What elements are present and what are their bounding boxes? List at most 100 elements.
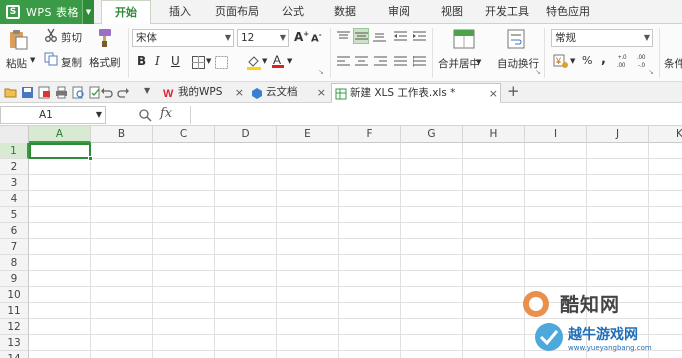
- wrap-text-icon[interactable]: [505, 28, 527, 50]
- close-icon[interactable]: ×: [317, 83, 326, 102]
- tab-page-layout[interactable]: 页面布局: [215, 0, 259, 24]
- font-color-dropdown-icon[interactable]: ▼: [287, 57, 292, 65]
- column-header-h[interactable]: H: [463, 126, 525, 143]
- align-center-icon[interactable]: [354, 55, 368, 67]
- thousands-separator-button[interactable]: ,: [601, 52, 606, 67]
- row-header-4[interactable]: 4: [0, 191, 29, 207]
- copy-icon[interactable]: [44, 52, 58, 66]
- wps-app-button[interactable]: S WPS 表格 ▼: [0, 0, 94, 24]
- number-format-select[interactable]: 常规 ▼: [551, 29, 653, 47]
- justify-icon[interactable]: [393, 55, 407, 67]
- tab-view[interactable]: 视图: [441, 0, 463, 24]
- tab-home[interactable]: 开始: [101, 0, 151, 25]
- column-header-e[interactable]: E: [277, 126, 339, 143]
- paste-label[interactable]: 粘贴: [6, 56, 27, 71]
- borders-icon[interactable]: [191, 55, 205, 69]
- close-icon[interactable]: ×: [489, 84, 498, 103]
- row-header-7[interactable]: 7: [0, 239, 29, 255]
- font-color-icon[interactable]: A: [271, 53, 285, 69]
- align-right-icon[interactable]: [373, 55, 387, 67]
- row-header-11[interactable]: 11: [0, 303, 29, 319]
- name-box[interactable]: A1 ▼: [0, 106, 106, 124]
- column-header-i[interactable]: I: [525, 126, 587, 143]
- formula-input[interactable]: [190, 106, 682, 124]
- font-dialog-launcher-icon[interactable]: ↘: [318, 68, 324, 76]
- indent-decrease-icon[interactable]: [393, 30, 407, 42]
- currency-icon[interactable]: ¥: [553, 53, 569, 69]
- select-all-corner[interactable]: [0, 126, 29, 143]
- row-header-9[interactable]: 9: [0, 271, 29, 287]
- merge-center-icon[interactable]: [452, 28, 476, 50]
- add-tab-button[interactable]: +: [507, 82, 520, 100]
- row-header-12[interactable]: 12: [0, 319, 29, 335]
- indent-increase-icon[interactable]: [412, 30, 426, 42]
- print-preview-icon[interactable]: [72, 86, 85, 99]
- cut-label[interactable]: 剪切: [61, 30, 82, 45]
- merge-center-label[interactable]: 合并居中: [438, 56, 480, 71]
- format-painter-label[interactable]: 格式刷: [89, 55, 121, 70]
- row-header-5[interactable]: 5: [0, 207, 29, 223]
- redo-icon[interactable]: [117, 86, 130, 99]
- tab-insert[interactable]: 插入: [169, 0, 191, 24]
- conditional-format-label[interactable]: 条件: [664, 56, 682, 71]
- row-header-1[interactable]: 1: [0, 143, 29, 159]
- insert-function-icon[interactable]: fx: [160, 106, 172, 121]
- tab-my-wps[interactable]: W 我的WPS ×: [160, 83, 246, 103]
- open-folder-icon[interactable]: [4, 86, 17, 99]
- row-header-8[interactable]: 8: [0, 255, 29, 271]
- row-header-2[interactable]: 2: [0, 159, 29, 175]
- italic-button[interactable]: I: [155, 54, 160, 68]
- wrap-text-label[interactable]: 自动换行: [497, 56, 539, 71]
- tab-review[interactable]: 审阅: [388, 0, 410, 24]
- active-cell-a1[interactable]: [29, 143, 93, 161]
- align-top-icon[interactable]: [336, 30, 350, 42]
- save-icon[interactable]: [21, 86, 34, 99]
- row-header-10[interactable]: 10: [0, 287, 29, 303]
- column-header-d[interactable]: D: [215, 126, 277, 143]
- scissors-icon[interactable]: [44, 28, 58, 42]
- borders-dropdown-icon[interactable]: ▼: [206, 57, 211, 65]
- decrease-font-icon[interactable]: A-: [311, 31, 322, 44]
- print-icon[interactable]: [55, 86, 68, 99]
- tab-formulas[interactable]: 公式: [282, 0, 304, 24]
- row-header-6[interactable]: 6: [0, 223, 29, 239]
- font-name-select[interactable]: 宋体 ▼: [132, 29, 234, 47]
- column-header-b[interactable]: B: [91, 126, 153, 143]
- app-menu-dropdown-icon[interactable]: ▼: [82, 0, 94, 24]
- row-header-3[interactable]: 3: [0, 175, 29, 191]
- paste-icon[interactable]: [6, 28, 30, 52]
- fill-color-dropdown-icon[interactable]: ▼: [262, 57, 267, 65]
- distributed-align-icon[interactable]: [412, 55, 426, 67]
- column-header-a[interactable]: A: [29, 126, 91, 143]
- cell-style-icon[interactable]: [214, 55, 228, 69]
- increase-decimal-icon[interactable]: +.0.00: [617, 52, 633, 70]
- currency-dropdown-icon[interactable]: ▼: [570, 57, 575, 65]
- tab-developer[interactable]: 开发工具: [485, 0, 529, 24]
- quick-access-dropdown-icon[interactable]: ▼: [144, 86, 150, 95]
- column-header-c[interactable]: C: [153, 126, 215, 143]
- zoom-search-icon[interactable]: [138, 108, 152, 122]
- alignment-dialog-launcher-icon[interactable]: ↘: [535, 68, 541, 76]
- column-header-j[interactable]: J: [587, 126, 649, 143]
- row-header-14[interactable]: 14: [0, 351, 29, 358]
- number-dialog-launcher-icon[interactable]: ↘: [648, 68, 654, 76]
- column-header-g[interactable]: G: [401, 126, 463, 143]
- fill-handle[interactable]: [88, 156, 93, 161]
- increase-font-icon[interactable]: A+: [294, 30, 309, 44]
- row-header-13[interactable]: 13: [0, 335, 29, 351]
- percent-button[interactable]: %: [582, 54, 592, 67]
- format-painter-icon[interactable]: [93, 27, 113, 49]
- tab-data[interactable]: 数据: [334, 0, 356, 24]
- tab-new-xls-sheet[interactable]: 新建 XLS 工作表.xls * ×: [331, 83, 501, 103]
- close-icon[interactable]: ×: [235, 83, 244, 102]
- column-header-k[interactable]: K: [649, 126, 682, 143]
- export-pdf-icon[interactable]: [38, 86, 51, 99]
- undo-icon[interactable]: [100, 86, 113, 99]
- align-bottom-icon[interactable]: [372, 30, 386, 42]
- tab-cloud-docs[interactable]: 云文档 ×: [248, 83, 328, 103]
- underline-button[interactable]: U: [171, 54, 180, 68]
- copy-label[interactable]: 复制: [61, 55, 82, 70]
- paste-dropdown-icon[interactable]: ▼: [30, 56, 35, 64]
- bold-button[interactable]: B: [137, 54, 146, 68]
- align-left-icon[interactable]: [336, 55, 350, 67]
